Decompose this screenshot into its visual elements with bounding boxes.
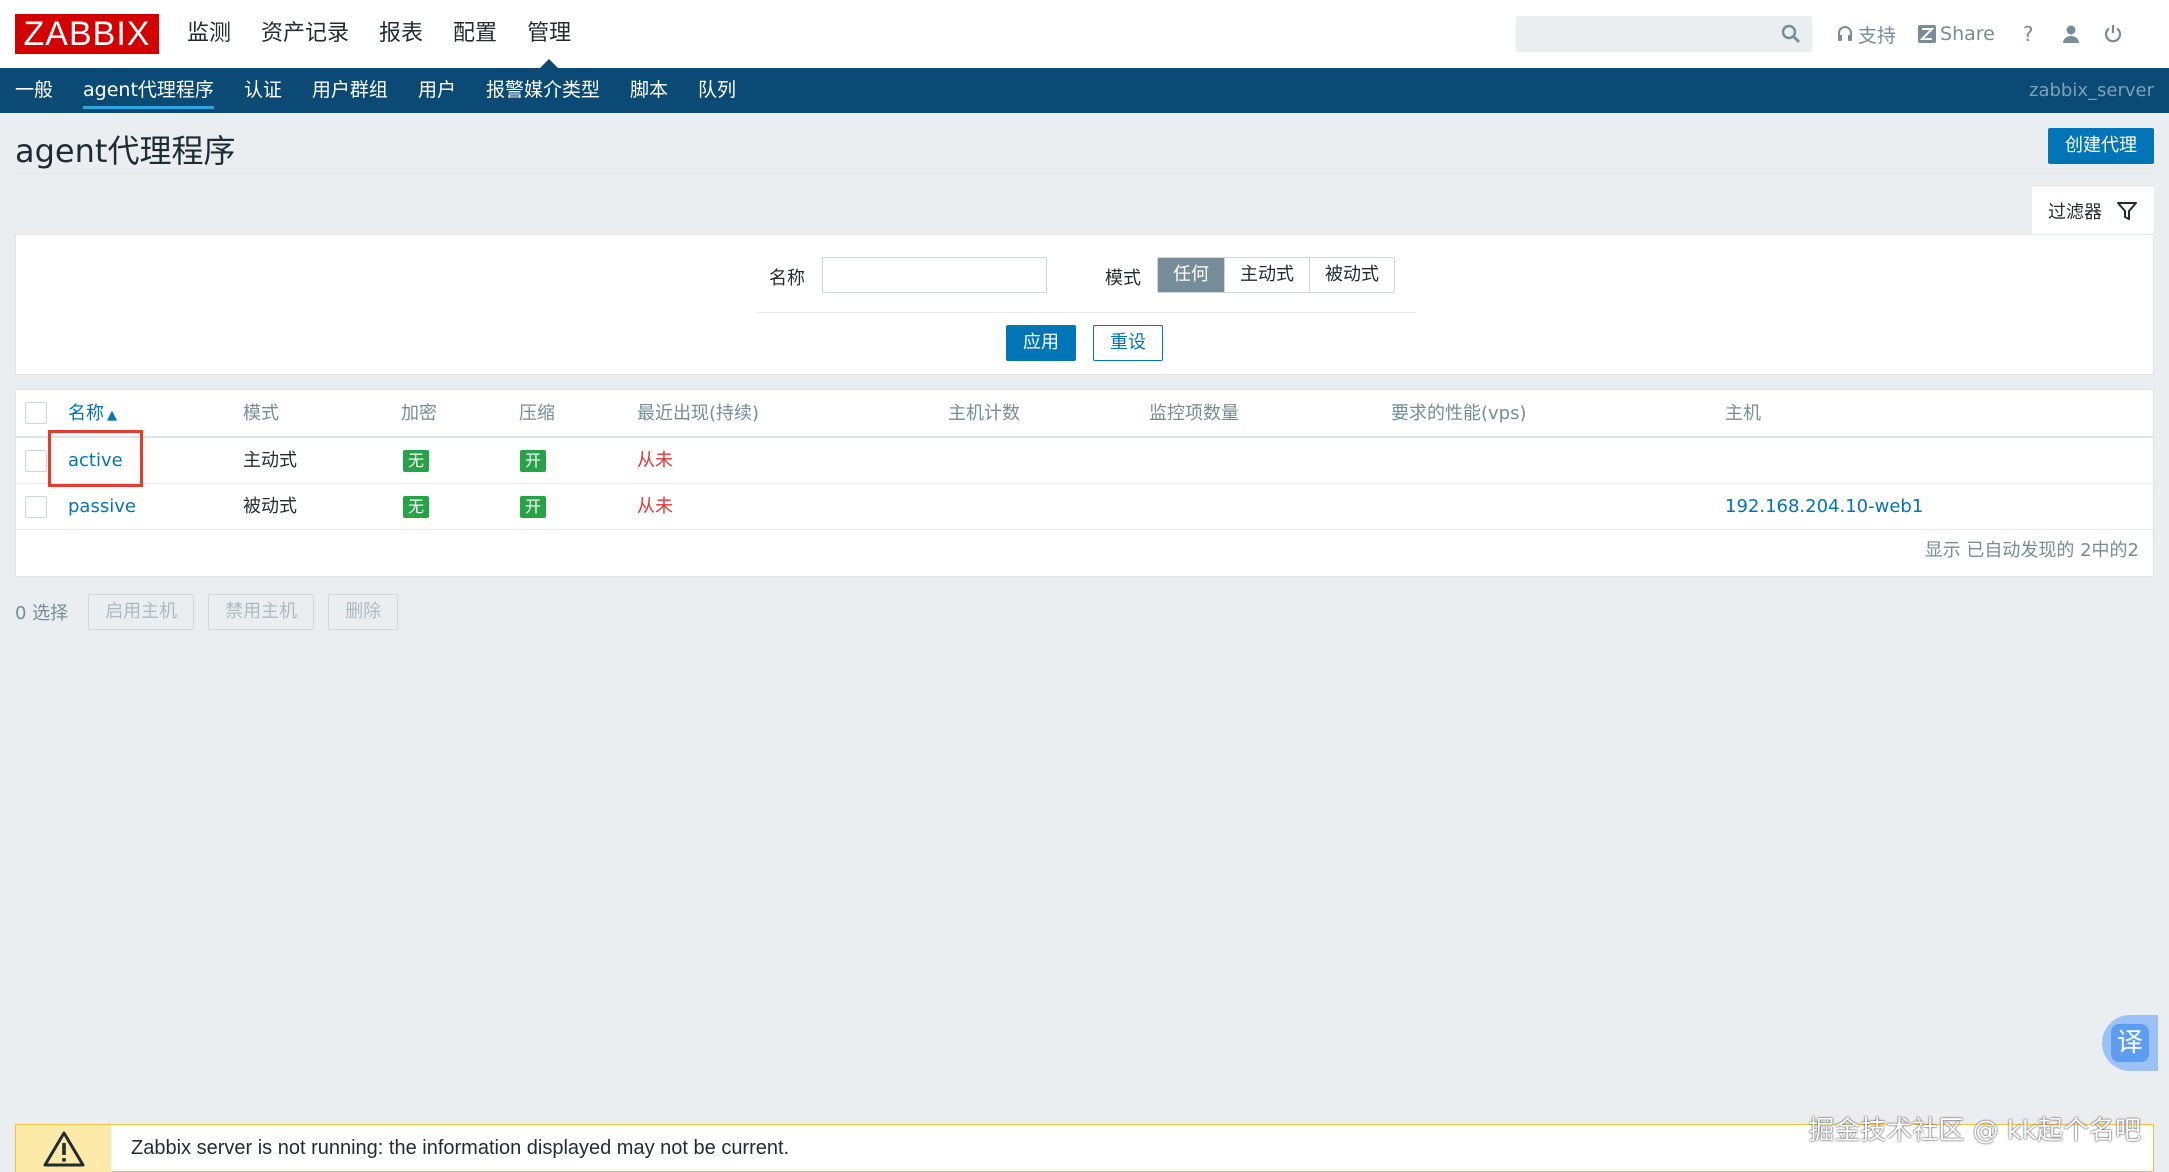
compression-badge: 开: [520, 450, 547, 472]
mode-option-passive[interactable]: 被动式: [1309, 258, 1394, 292]
mode-option-any[interactable]: 任何: [1158, 258, 1224, 292]
menu-configuration[interactable]: 配置: [438, 0, 512, 68]
last-seen: 从未: [637, 496, 673, 517]
warning-message: Zabbix server is not running: the inform…: [131, 1137, 790, 1159]
search-input[interactable]: [1516, 16, 1812, 52]
proxy-host-link[interactable]: 192.168.204.10-web1: [1725, 484, 1923, 530]
menu-monitoring[interactable]: 监测: [172, 0, 246, 68]
server-name: zabbix_server: [2029, 80, 2154, 101]
filter-panel: 名称 模式 任何 主动式 被动式 应用 重设: [15, 234, 2154, 375]
apply-button[interactable]: 应用: [1006, 325, 1076, 361]
reset-button[interactable]: 重设: [1093, 325, 1163, 361]
menu-administration[interactable]: 管理: [512, 0, 586, 68]
column-host-count: 主机计数: [948, 403, 1020, 424]
select-all-checkbox[interactable]: [25, 402, 47, 424]
delete-button[interactable]: 删除: [328, 594, 399, 630]
column-encryption: 加密: [401, 403, 437, 424]
proxy-mode: 主动式: [243, 450, 297, 471]
sort-asc-icon: ▲: [107, 408, 117, 423]
title-divider: [15, 173, 2154, 174]
headset-icon: [1838, 26, 1852, 41]
encryption-badge: 无: [403, 496, 430, 518]
filter-mode-label: 模式: [1105, 268, 1141, 289]
page-title: agent代理程序: [15, 132, 236, 170]
compression-badge: 开: [520, 496, 547, 518]
subnav-queue[interactable]: 队列: [683, 68, 751, 113]
top-header: ZABBIX 监测 资产记录 报表 配置 管理 支持 Share ?: [0, 0, 2169, 68]
help-icon: ?: [2022, 22, 2034, 46]
table-stats: 显示 已自动发现的 2中的2: [1924, 540, 2139, 561]
annotation-highlight-box: [48, 430, 143, 487]
warning-icon-box: [16, 1125, 111, 1172]
top-links: 支持 Share ?: [1836, 0, 2123, 68]
proxy-mode: 被动式: [243, 496, 297, 517]
encryption-badge: 无: [403, 450, 430, 472]
translate-widget[interactable]: 译: [2102, 1015, 2158, 1071]
zabbix-logo[interactable]: ZABBIX: [15, 14, 159, 54]
mode-option-active[interactable]: 主动式: [1224, 258, 1309, 292]
user-icon: [2063, 25, 2080, 43]
mass-actions: 0 选择 启用主机 禁用主机 删除: [15, 594, 399, 630]
user-profile-button[interactable]: [2061, 24, 2081, 44]
proxy-name-link[interactable]: passive: [68, 484, 136, 530]
filter-name-label: 名称: [769, 268, 805, 289]
column-compression: 压缩: [519, 403, 555, 424]
sub-navigation: 一般 agent代理程序 认证 用户群组 用户 报警媒介类型 脚本 队列 zab…: [0, 68, 2169, 113]
share-link[interactable]: Share: [1918, 23, 1995, 45]
search-icon[interactable]: [1780, 23, 1802, 45]
share-z-icon: [1918, 25, 1937, 43]
selected-count: 0 选择: [15, 603, 69, 624]
help-button[interactable]: ?: [2017, 22, 2040, 46]
last-seen: 从未: [637, 450, 673, 471]
column-hosts: 主机: [1725, 403, 1761, 424]
subnav-media-types[interactable]: 报警媒介类型: [471, 68, 615, 113]
menu-inventory[interactable]: 资产记录: [246, 0, 364, 68]
subnav-proxies[interactable]: agent代理程序: [68, 68, 229, 113]
table-header: 名称 ▲ 模式 加密 压缩 最近出现(持续) 主机计数 监控项数量 要求的性能(v…: [16, 390, 2153, 438]
proxies-table: 名称 ▲ 模式 加密 压缩 最近出现(持续) 主机计数 监控项数量 要求的性能(v…: [15, 389, 2154, 577]
table-row: active 主动式 无 开 从未: [16, 438, 2153, 484]
subnav-users[interactable]: 用户: [403, 68, 471, 113]
filter-name-input[interactable]: [822, 257, 1047, 293]
support-label: 支持: [1858, 24, 1897, 47]
main-menu: 监测 资产记录 报表 配置 管理: [172, 0, 586, 68]
filter-tab-label: 过滤器: [2048, 202, 2102, 223]
filter-tab[interactable]: 过滤器: [2032, 187, 2154, 235]
column-last-seen: 最近出现(持续): [637, 403, 760, 424]
watermark: 掘金技术社区 @ kk起个名吧: [1808, 1116, 2141, 1146]
create-proxy-button[interactable]: 创建代理: [2048, 128, 2154, 164]
filter-mode-segmented: 任何 主动式 被动式: [1157, 257, 1395, 293]
support-link[interactable]: 支持: [1836, 21, 1896, 48]
disable-hosts-button[interactable]: 禁用主机: [208, 594, 315, 630]
subnav-user-groups[interactable]: 用户群组: [297, 68, 403, 113]
translate-icon: 译: [2111, 1024, 2149, 1062]
column-mode: 模式: [243, 403, 279, 424]
warning-triangle-icon: [43, 1131, 84, 1167]
subnav-general[interactable]: 一般: [0, 68, 68, 113]
enable-hosts-button[interactable]: 启用主机: [88, 594, 195, 630]
column-required-vps: 要求的性能(vps): [1391, 403, 1527, 424]
table-row: passive 被动式 无 开 从未 192.168.204.10-web1: [16, 484, 2153, 530]
row-checkbox[interactable]: [25, 450, 47, 472]
row-checkbox[interactable]: [25, 496, 47, 518]
subnav-scripts[interactable]: 脚本: [615, 68, 683, 113]
menu-reports[interactable]: 报表: [364, 0, 438, 68]
subnav-authentication[interactable]: 认证: [229, 68, 297, 113]
share-label: Share: [1940, 23, 1995, 45]
power-icon: [2105, 25, 2122, 43]
column-item-count: 监控项数量: [1149, 403, 1239, 424]
filter-divider: [756, 312, 1416, 313]
filter-icon: [2117, 202, 2137, 220]
logout-button[interactable]: [2103, 24, 2123, 44]
